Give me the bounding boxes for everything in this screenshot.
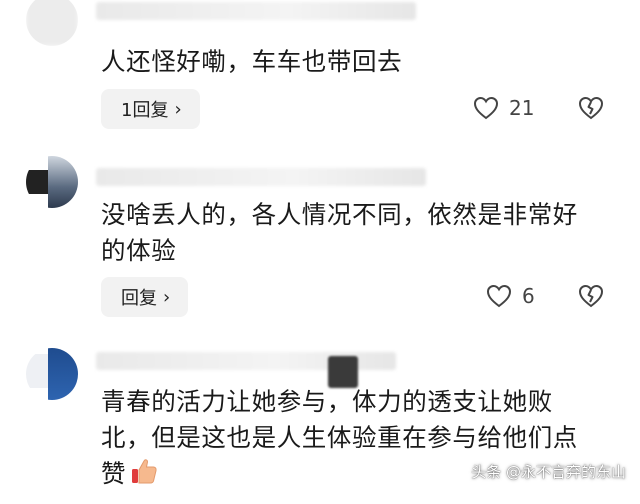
like-button[interactable]: 21 [473,96,534,120]
like-count: 21 [509,96,535,120]
comment-meta-blurred [96,2,416,20]
dislike-button[interactable] [578,96,604,120]
thumbs-up-emoji [132,459,157,484]
reply-button[interactable]: 回复 › [101,277,189,317]
avatar[interactable] [26,0,78,46]
broken-heart-icon [578,284,604,308]
avatar[interactable] [26,156,78,208]
reply-button[interactable]: 1回复 › [101,89,200,129]
comment-text: 人还怪好嘞，车车也带回去 [101,47,403,76]
heart-outline-icon [473,96,499,120]
heart-outline-icon [486,284,512,308]
chevron-right-icon: › [163,286,171,308]
dislike-button[interactable] [578,284,604,308]
like-button[interactable]: 6 [486,284,535,308]
reply-label: 回复 [121,288,157,309]
broken-heart-icon [578,96,604,120]
reply-label: 1回复 [121,100,169,121]
chevron-right-icon: › [174,98,182,120]
avatar[interactable] [26,348,78,400]
like-count: 6 [522,284,535,308]
comment-meta-blurred [96,168,426,186]
comment-text: 没啥丢人的，各人情况不同，依然是非常好的体验 [101,200,578,265]
watermark: 头条 @永不言弃的东山 [471,463,626,481]
